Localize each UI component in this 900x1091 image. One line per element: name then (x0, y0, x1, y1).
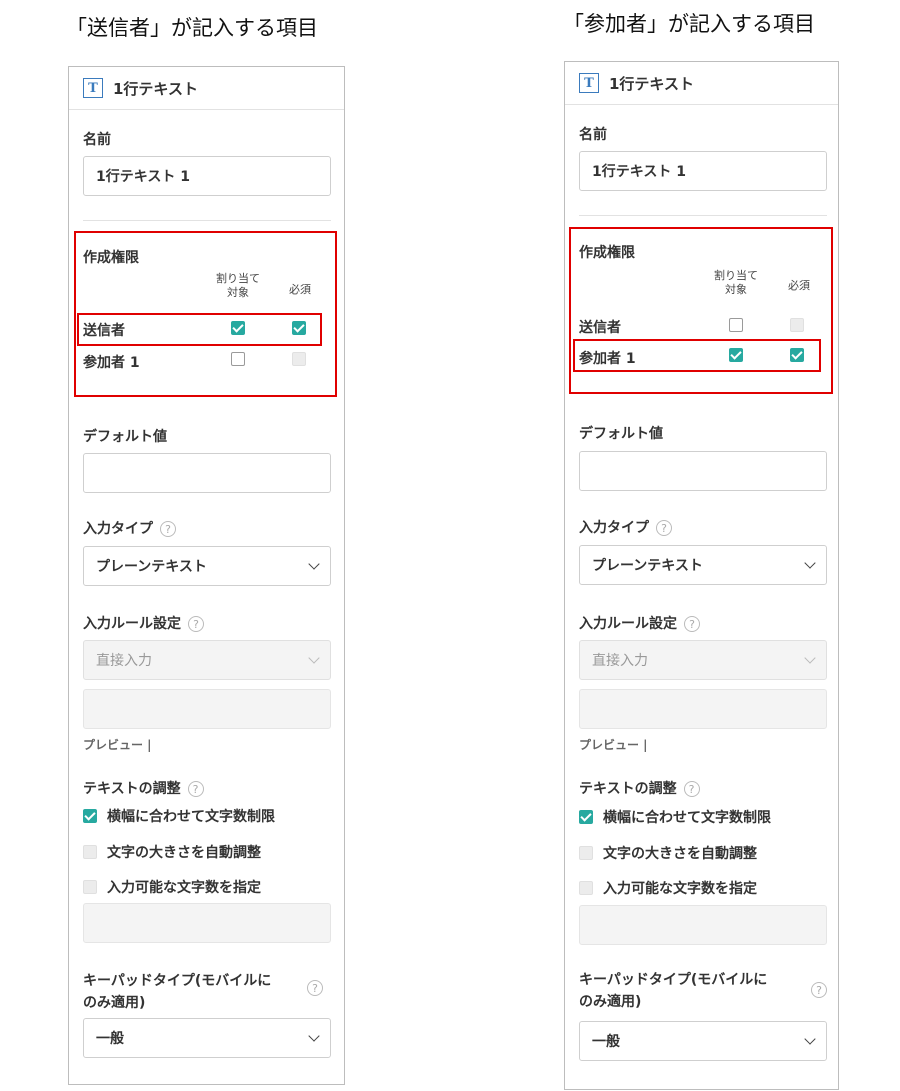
keypad-label: キーパッドタイプ(モバイルに のみ適用) (83, 970, 271, 1014)
name-label: 名前 (83, 132, 111, 148)
auto-size-checkbox (83, 845, 97, 859)
settings-panel-sender: T 1行テキスト 名前 1行テキスト 1 作成権限 割り当て 対象 必須 送信者… (68, 66, 345, 1085)
text-type-icon: T (579, 73, 599, 93)
input-rule-field (83, 689, 331, 729)
help-icon[interactable]: ? (656, 520, 672, 536)
help-icon[interactable]: ? (187, 781, 204, 797)
input-type-label-text: 入力タイプ (579, 520, 649, 536)
input-type-select[interactable]: プレーンテキスト (83, 546, 331, 586)
default-value-input[interactable] (579, 451, 827, 491)
char-count-input (579, 905, 827, 945)
input-rule-select: 直接入力 (83, 640, 331, 680)
name-input[interactable]: 1行テキスト 1 (579, 151, 827, 191)
panel-title: 1行テキスト (113, 79, 198, 98)
default-value-input[interactable] (83, 453, 331, 493)
char-count-checkbox (83, 880, 97, 894)
char-count-label: 入力可能な文字数を指定 (603, 881, 757, 897)
input-type-select[interactable]: プレーンテキスト (579, 545, 827, 585)
default-value-label: デフォルト値 (83, 429, 167, 445)
input-rule-value: 直接入力 (592, 653, 648, 669)
limit-chars-label: 横幅に合わせて文字数制限 (107, 809, 275, 825)
char-count-label: 入力可能な文字数を指定 (107, 880, 261, 896)
chevron-down-icon (804, 557, 816, 569)
input-type-value: プレーンテキスト (592, 558, 703, 574)
text-adjust-label: テキストの調整? (83, 778, 204, 798)
limit-chars-checkbox[interactable] (83, 809, 97, 823)
preview-label: プレビュー | (579, 738, 648, 752)
help-icon[interactable]: ? (683, 781, 700, 797)
caption-participant: 「参加者」が記入する項目 (563, 12, 815, 36)
input-type-label: 入力タイプ? (83, 518, 176, 538)
help-icon[interactable]: ? (188, 616, 204, 632)
input-rule-field (579, 689, 827, 729)
auto-size-label: 文字の大きさを自動調整 (603, 846, 757, 862)
keypad-type-value: 一般 (592, 1034, 620, 1050)
help-icon[interactable]: ? (160, 521, 176, 537)
auto-size-label: 文字の大きさを自動調整 (107, 845, 261, 861)
chevron-down-icon (804, 1033, 816, 1045)
limit-chars-checkbox[interactable] (579, 810, 593, 824)
input-rule-label: 入力ルール設定? (579, 613, 700, 633)
help-icon[interactable]: ? (307, 980, 323, 996)
input-type-label: 入力タイプ? (579, 517, 672, 537)
text-adjust-label: テキストの調整? (579, 778, 700, 798)
chevron-down-icon (308, 558, 320, 570)
keypad-type-select[interactable]: 一般 (83, 1018, 331, 1058)
auto-size-checkbox (579, 846, 593, 860)
chevron-down-icon (308, 1030, 320, 1042)
name-input-value: 1行テキスト 1 (592, 164, 686, 180)
chevron-down-icon (308, 652, 320, 664)
keypad-label-line2: のみ適用) (83, 995, 146, 1011)
chevron-down-icon (804, 652, 816, 664)
keypad-type-value: 一般 (96, 1031, 124, 1047)
keypad-label: キーパッドタイプ(モバイルに のみ適用) (579, 969, 767, 1013)
input-rule-select: 直接入力 (579, 640, 827, 680)
input-type-label-text: 入力タイプ (83, 521, 153, 537)
section-divider (579, 215, 827, 216)
keypad-label-line1: キーパッドタイプ(モバイルに (83, 973, 272, 989)
input-rule-label-text: 入力ルール設定 (579, 616, 677, 632)
default-value-label: デフォルト値 (579, 426, 663, 442)
name-label: 名前 (579, 127, 607, 143)
section-divider (83, 220, 331, 221)
char-count-checkbox (579, 881, 593, 895)
keypad-label-line1: キーパッドタイプ(モバイルに (579, 972, 768, 988)
text-type-icon: T (83, 78, 103, 98)
limit-chars-label: 横幅に合わせて文字数制限 (603, 810, 771, 826)
input-rule-value: 直接入力 (96, 653, 152, 669)
input-type-value: プレーンテキスト (96, 559, 207, 575)
text-adjust-label-text: テキストの調整 (83, 781, 181, 797)
text-adjust-label-text: テキストの調整 (579, 781, 677, 797)
input-rule-label: 入力ルール設定? (83, 613, 204, 633)
highlight-participant-row (573, 339, 821, 372)
help-icon[interactable]: ? (811, 982, 827, 998)
preview-label: プレビュー | (83, 738, 152, 752)
name-input-value: 1行テキスト 1 (96, 169, 190, 185)
help-icon[interactable]: ? (684, 616, 700, 632)
input-rule-label-text: 入力ルール設定 (83, 616, 181, 632)
name-input[interactable]: 1行テキスト 1 (83, 156, 331, 196)
highlight-sender-row (77, 313, 322, 346)
keypad-type-select[interactable]: 一般 (579, 1021, 827, 1061)
caption-sender: 「送信者」が記入する項目 (66, 16, 318, 40)
keypad-label-line2: のみ適用) (579, 994, 642, 1010)
panel-header: T 1行テキスト (565, 62, 838, 105)
panel-header: T 1行テキスト (69, 67, 344, 110)
char-count-input (83, 903, 331, 943)
settings-panel-participant: T 1行テキスト 名前 1行テキスト 1 作成権限 割り当て 対象 必須 送信者… (564, 61, 839, 1090)
panel-title: 1行テキスト (609, 74, 694, 93)
